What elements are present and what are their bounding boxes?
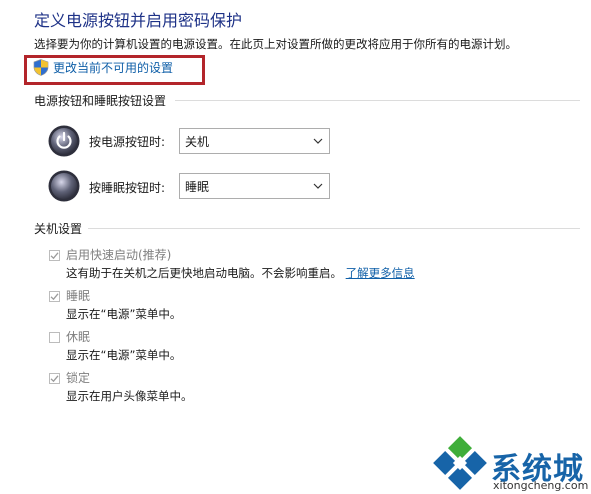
page-description: 选择要为你的计算机设置的电源设置。在此页上对设置所做的更改将应用于你所有的电源计…: [34, 37, 517, 51]
learn-more-link[interactable]: 了解更多信息: [346, 266, 415, 280]
power-button-action-select[interactable]: 关机: [179, 128, 330, 154]
page-title: 定义电源按钮并启用密码保护: [34, 11, 243, 30]
sleep-button-icon: [48, 170, 80, 202]
change-settings-link-row[interactable]: 更改当前不可用的设置: [33, 59, 173, 76]
sleep-button-action-value: 睡眠: [185, 179, 210, 194]
watermark-url: xitongcheng.com: [493, 479, 589, 492]
xitongcheng-logo-icon: [433, 436, 487, 490]
uac-shield-icon: [33, 59, 49, 76]
power-buttons-section-heading: 电源按钮和睡眠按钮设置: [34, 94, 167, 108]
sleep-button-action-select[interactable]: 睡眠: [179, 173, 330, 199]
section-divider: [88, 228, 580, 229]
power-button-label: 按电源按钮时:: [89, 135, 166, 149]
lock-option-label: 锁定: [66, 371, 91, 385]
shutdown-section-heading: 关机设置: [34, 222, 83, 236]
hibernate-checkbox[interactable]: [49, 332, 60, 343]
fast-startup-description: 这有助于在关机之后更快地启动电脑。不会影响重启。 了解更多信息: [66, 265, 415, 281]
chevron-down-icon: [313, 138, 323, 144]
fast-startup-label: 启用快速启动(推荐): [66, 248, 172, 262]
hibernate-option-label: 休眠: [66, 330, 91, 344]
lock-checkbox[interactable]: [49, 373, 60, 384]
sleep-option-description: 显示在“电源”菜单中。: [66, 307, 182, 321]
change-unavailable-settings-link[interactable]: 更改当前不可用的设置: [53, 59, 173, 76]
sleep-option-label: 睡眠: [66, 289, 91, 303]
checkmark-icon: [50, 252, 59, 260]
checkmark-icon: [50, 375, 59, 383]
checkmark-icon: [50, 293, 59, 301]
sleep-button-label: 按睡眠按钮时:: [89, 181, 166, 195]
section-divider: [175, 100, 580, 101]
power-button-icon: [48, 125, 80, 157]
fast-startup-checkbox[interactable]: [49, 250, 60, 261]
fast-startup-description-text: 这有助于在关机之后更快地启动电脑。不会影响重启。: [66, 266, 342, 280]
power-button-action-value: 关机: [185, 134, 210, 149]
watermark: 系统城 xitongcheng.com: [431, 434, 588, 492]
sleep-checkbox[interactable]: [49, 291, 60, 302]
lock-option-description: 显示在用户头像菜单中。: [66, 389, 193, 403]
chevron-down-icon: [313, 183, 323, 189]
hibernate-option-description: 显示在“电源”菜单中。: [66, 348, 182, 362]
